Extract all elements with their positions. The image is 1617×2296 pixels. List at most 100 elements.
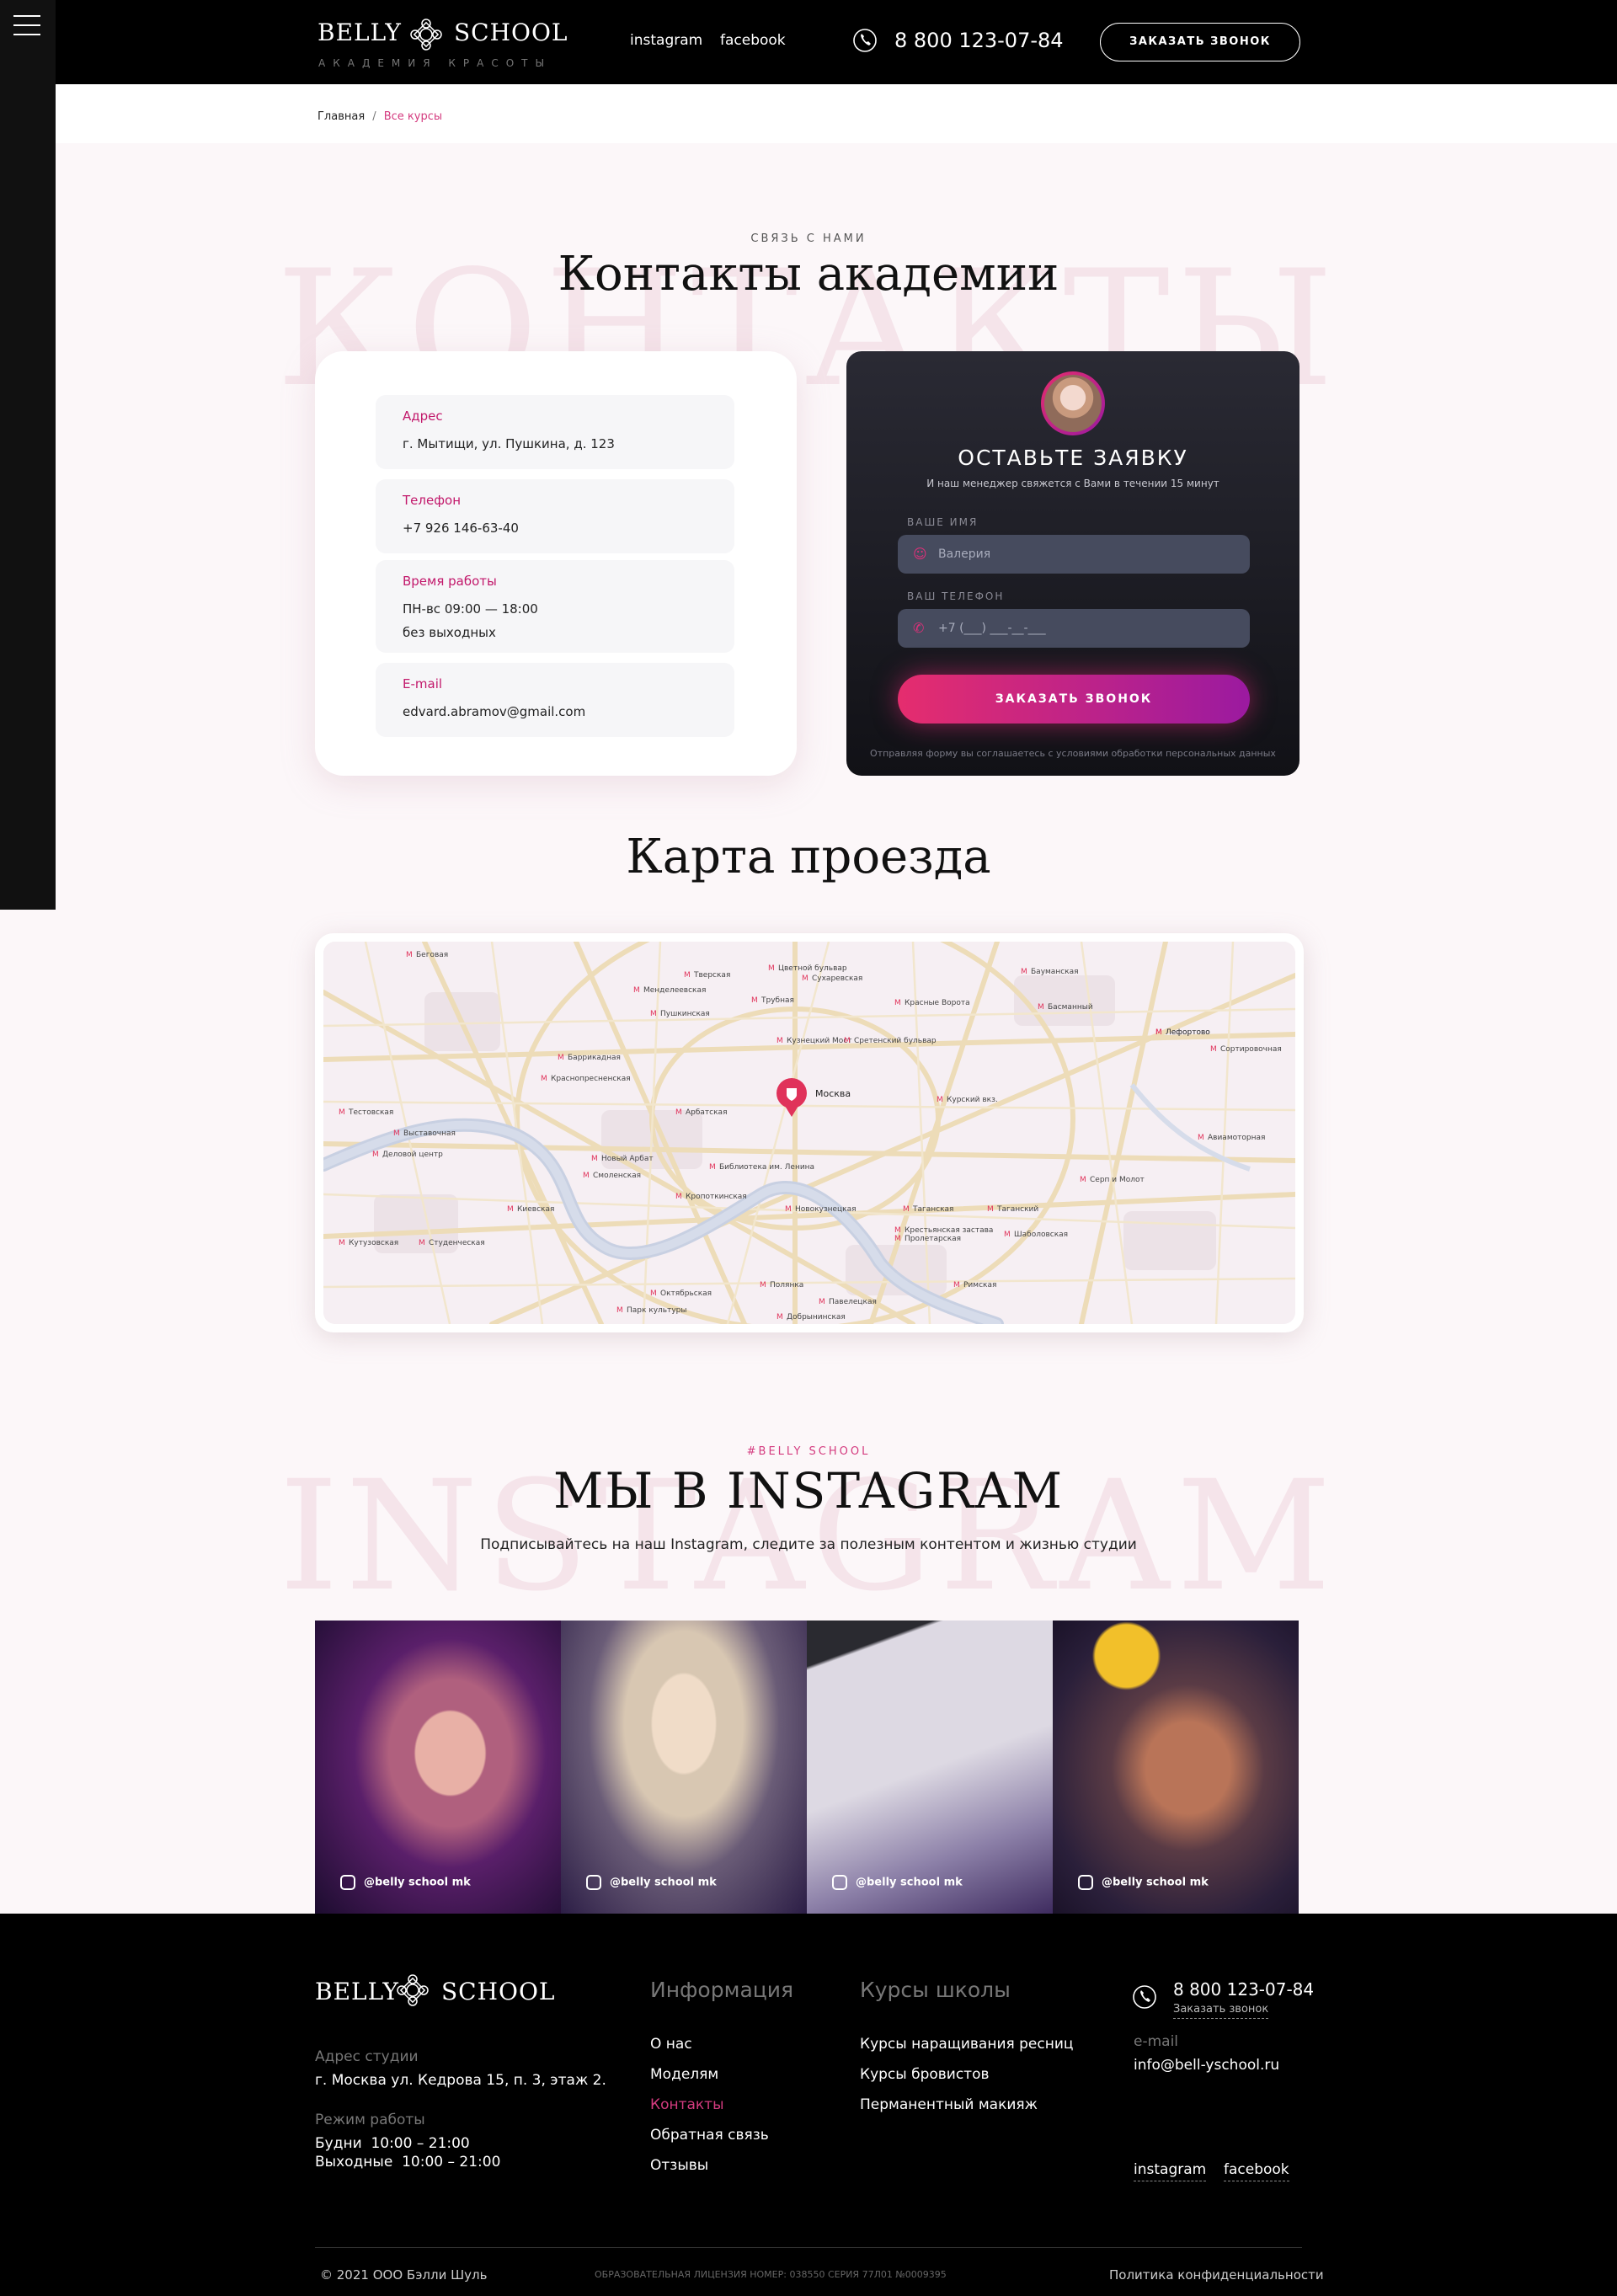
- map-station-label: Библиотека им. Ленина: [719, 1163, 814, 1172]
- form-title: ОСТАВЬТЕ ЗАЯВКУ: [958, 446, 1188, 470]
- map-station-label: Полянка: [770, 1281, 803, 1289]
- metro-icon: М: [633, 986, 640, 995]
- footer-link-facebook[interactable]: facebook: [1224, 2161, 1289, 2181]
- phone-input-placeholder: +7 (___) ___-__-___: [938, 622, 1046, 635]
- header-phone[interactable]: 8 800 123-07-84: [894, 29, 1064, 52]
- map-station-label: Выставочная: [403, 1129, 456, 1138]
- privacy-link[interactable]: Политика конфиденциальности: [1109, 2267, 1324, 2283]
- metro-icon: М: [802, 974, 808, 983]
- map-station-label: Павелецкая: [829, 1298, 877, 1306]
- footer-callback-link[interactable]: Заказать звонок: [1173, 2003, 1269, 2019]
- footer-courses-title: Курсы школы: [860, 1978, 1011, 2002]
- manager-avatar: [1041, 371, 1105, 435]
- metro-icon: М: [1004, 1231, 1011, 1239]
- metro-icon: М: [675, 1193, 682, 1201]
- metro-icon: М: [650, 1289, 657, 1298]
- map-station-label: Серп и Молот: [1090, 1176, 1145, 1184]
- instagram-post-2[interactable]: @belly school mk: [561, 1621, 807, 1915]
- map-station-label: Тестовская: [348, 1108, 393, 1117]
- instagram-icon: [340, 1875, 355, 1890]
- name-label: ВАШЕ ИМЯ: [907, 516, 979, 528]
- map-station-label: Лефортово: [1166, 1028, 1210, 1037]
- form-subtitle: И наш менеджер свяжется с Вами в течении…: [926, 478, 1219, 489]
- footer-link-contacts[interactable]: Контакты: [650, 2096, 724, 2113]
- footer-email[interactable]: info@bell-yschool.ru: [1134, 2057, 1279, 2074]
- footer-logo-text-right: SCHOOL: [441, 1978, 556, 2005]
- map-station-label: Бауманская: [1031, 968, 1079, 976]
- footer-link-lash-courses[interactable]: Курсы наращивания ресниц: [860, 2036, 1073, 2053]
- user-icon: ☺: [913, 546, 927, 562]
- instagram-post-handle: @belly school mk: [586, 1875, 717, 1890]
- breadcrumb-current[interactable]: Все курсы: [384, 110, 442, 123]
- metro-icon: М: [751, 996, 758, 1005]
- header-link-facebook[interactable]: facebook: [720, 32, 786, 49]
- footer-link-models[interactable]: Моделям: [650, 2066, 718, 2083]
- logo-text-left: BELLY: [318, 19, 402, 46]
- instagram-post-1[interactable]: @belly school mk: [315, 1621, 561, 1915]
- footer-link-permanent-makeup[interactable]: Перманентный макияж: [860, 2096, 1038, 2113]
- instagram-handle-4: @belly school mk: [1102, 1876, 1209, 1889]
- map-canvas[interactable]: М БеговаяМ МенделеевскаяМ ТверскаяМ Цветной …: [323, 942, 1295, 1324]
- side-panel: [0, 0, 56, 910]
- metro-icon: М: [1210, 1045, 1217, 1054]
- metro-icon: М: [894, 1226, 901, 1235]
- footer-link-instagram[interactable]: instagram: [1134, 2161, 1207, 2181]
- map-station-label: Сортировочная: [1220, 1045, 1282, 1054]
- breadcrumb-band: Главная / Все курсы: [56, 84, 1617, 143]
- email-value[interactable]: edvard.abramov@gmail.com: [403, 700, 707, 724]
- email-box: E-mail edvard.abramov@gmail.com: [376, 663, 734, 737]
- footer-link-about[interactable]: О нас: [650, 2036, 692, 2053]
- metro-icon: М: [675, 1108, 682, 1117]
- phone-input[interactable]: ✆ +7 (___) ___-__-___: [898, 609, 1250, 648]
- map-station-label: Тверская: [693, 971, 730, 980]
- metro-icon: М: [894, 1235, 901, 1243]
- metro-icon: М: [709, 1163, 716, 1172]
- phone-value[interactable]: +7 926 146-63-40: [403, 516, 707, 540]
- map-station-label: Арбатская: [686, 1108, 728, 1117]
- footer-address: г. Москва ул. Кедрова 15, п. 3, этаж 2.: [315, 2072, 606, 2089]
- metro-icon: М: [558, 1054, 564, 1062]
- order-call-button[interactable]: ЗАКАЗАТЬ ЗВОНОК: [1100, 23, 1300, 61]
- instagram-icon: [586, 1875, 601, 1890]
- phone-box: Телефон +7 926 146-63-40: [376, 479, 734, 553]
- metro-icon: М: [1038, 1003, 1044, 1012]
- map-station-label: Красные Ворота: [905, 999, 970, 1007]
- contacts-card: Адрес г. Мытищи, ул. Пушкина, д. 123 Тел…: [315, 351, 797, 776]
- contacts-eyebrow: СВЯЗЬ С НАМИ: [750, 232, 867, 245]
- metro-icon: М: [776, 1313, 783, 1322]
- metro-icon: М: [541, 1075, 547, 1083]
- metro-icon: М: [684, 971, 691, 980]
- map-station-label: Деловой центр: [382, 1151, 443, 1159]
- map-station-label: Парк культуры: [627, 1306, 687, 1315]
- metro-icon: М: [1080, 1176, 1086, 1184]
- name-input[interactable]: ☺ Валерия: [898, 535, 1250, 574]
- footer-link-brow-courses[interactable]: Курсы бровистов: [860, 2066, 990, 2083]
- hours-label: Время работы: [403, 574, 497, 589]
- breadcrumb-home[interactable]: Главная: [318, 110, 365, 123]
- name-input-placeholder: Валерия: [938, 547, 991, 561]
- breadcrumb-separator: /: [372, 110, 376, 123]
- submit-button[interactable]: ЗАКАЗАТЬ ЗВОНОК: [898, 675, 1250, 724]
- instagram-post-handle: @belly school mk: [832, 1875, 963, 1890]
- logo-text-right: SCHOOL: [454, 19, 568, 46]
- map-station-label: Кутузовская: [349, 1239, 398, 1247]
- metro-icon: М: [393, 1129, 400, 1138]
- map[interactable]: М Беговая М Менделеевская М Тверская М Цветной …: [323, 942, 1295, 1324]
- logo-flower-icon: [410, 19, 442, 51]
- header-link-instagram[interactable]: instagram: [630, 32, 702, 49]
- menu-icon[interactable]: [13, 15, 40, 35]
- metro-icon: М: [937, 1096, 943, 1104]
- email-label: E-mail: [403, 676, 443, 691]
- footer-link-reviews[interactable]: Отзывы: [650, 2157, 708, 2174]
- metro-icon: М: [591, 1155, 598, 1163]
- metro-icon: М: [339, 1239, 345, 1247]
- instagram-post-3[interactable]: @belly school mk: [807, 1621, 1053, 1915]
- map-station-label: Авиамоторная: [1208, 1134, 1265, 1142]
- footer-link-feedback[interactable]: Обратная связь: [650, 2127, 769, 2144]
- footer-phone[interactable]: 8 800 123-07-84: [1173, 1979, 1314, 2000]
- instagram-post-4[interactable]: @belly school mk: [1053, 1621, 1299, 1915]
- metro-icon: М: [339, 1108, 345, 1117]
- metro-icon: М: [1155, 1028, 1162, 1037]
- instagram-title: МЫ В INSTAGRAM: [552, 1462, 1065, 1519]
- footer-logo-flower-icon: [397, 1974, 429, 2006]
